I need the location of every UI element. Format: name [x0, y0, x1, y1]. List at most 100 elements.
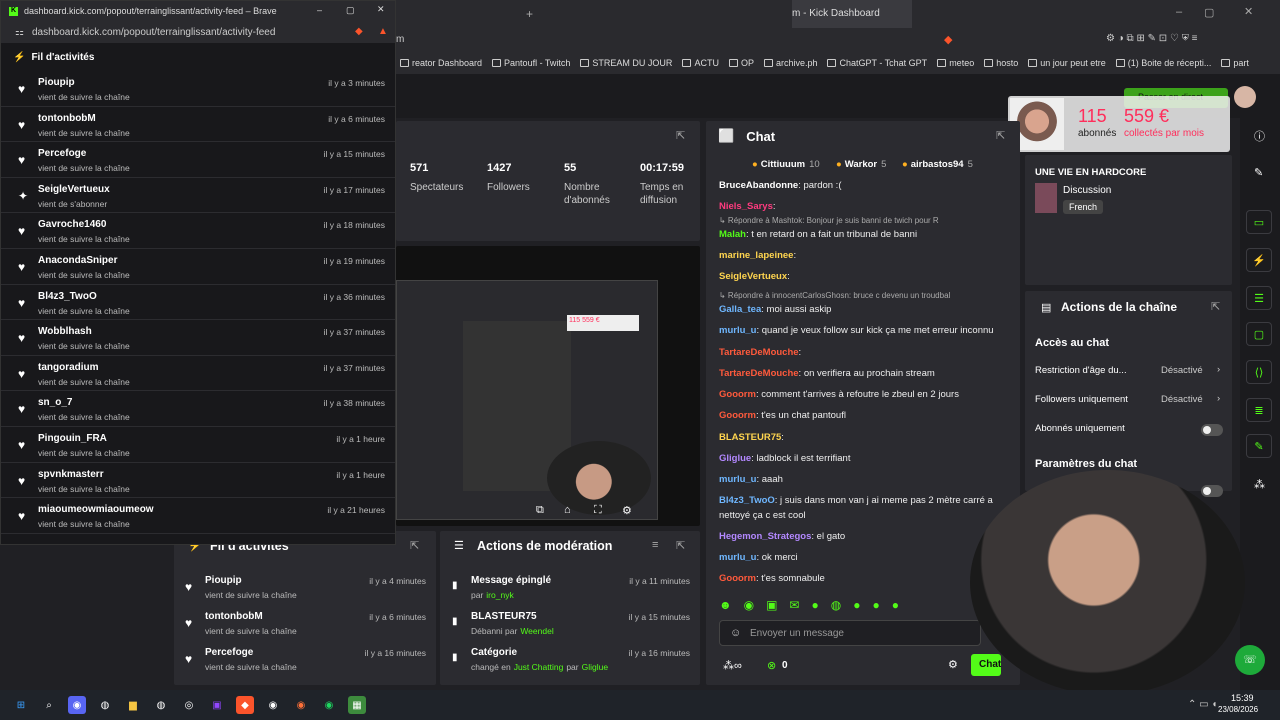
- popup-minimize-icon[interactable]: –: [317, 5, 322, 15]
- bookmark-item[interactable]: meteo: [937, 58, 974, 68]
- chat-username[interactable]: TartareDeMouche: [719, 368, 799, 379]
- chat-username[interactable]: TartareDeMouche: [719, 347, 799, 358]
- popout-icon[interactable]: ⇱: [676, 129, 685, 142]
- activity-feed-popout-icon[interactable]: ⇱: [410, 539, 419, 552]
- firefox-icon[interactable]: ◉: [292, 696, 310, 714]
- tray-icons[interactable]: ⌃ ▭ ◖: [1188, 699, 1217, 710]
- popup-shield-icon[interactable]: ◆: [355, 26, 363, 37]
- browser-urlbar[interactable]: m ◆ ⚙ ◑ ⧉ ⊞ ✎ ⊡ ♡ ⛨ ≡: [396, 28, 1280, 52]
- clip-icon[interactable]: ⌂: [564, 504, 571, 516]
- abonnes-toggle[interactable]: [1201, 424, 1223, 436]
- popup-rewards-icon[interactable]: ▲: [378, 26, 388, 37]
- chat-username[interactable]: Niels_Sarys: [719, 201, 773, 212]
- moderation-actor[interactable]: Just Chatting: [514, 662, 564, 672]
- chat-username[interactable]: marine_lapeinee: [719, 250, 793, 261]
- chat-username[interactable]: murlu_u: [719, 552, 756, 563]
- steam-icon[interactable]: ◍: [96, 696, 114, 714]
- activity-username[interactable]: spvnkmasterr: [38, 469, 385, 480]
- windows-start-icon[interactable]: ⊞: [12, 696, 30, 714]
- moderation-popout-icon[interactable]: ⇱: [676, 539, 685, 552]
- list-icon[interactable]: ☰: [1246, 286, 1272, 310]
- pip-icon[interactable]: ⧉: [536, 504, 544, 517]
- spotify-icon[interactable]: ◉: [320, 696, 338, 714]
- chat-access-heading: Accès au chat: [1035, 337, 1109, 349]
- chat-input[interactable]: ☺ Envoyer un message: [719, 620, 981, 646]
- file-explorer-icon[interactable]: ▆: [124, 696, 142, 714]
- video-icon[interactable]: ▭: [1246, 210, 1272, 234]
- bookmark-item[interactable]: OP: [728, 58, 754, 68]
- search-icon[interactable]: ⌕: [40, 696, 58, 714]
- settings-icon[interactable]: ⚙: [622, 504, 632, 517]
- close-window-icon[interactable]: ✕: [1244, 5, 1253, 18]
- bookmark-item[interactable]: (1) Boite de récepti...: [1115, 58, 1211, 68]
- moderation-actor2[interactable]: Gliglue: [582, 662, 608, 672]
- extensions-icon[interactable]: ⚙ ◑ ⧉ ⊞ ✎ ⊡ ♡ ⛨ ≡: [1106, 33, 1198, 44]
- activity-item: ♥ AnacondaSniper vient de suivre la chaîne…: [1, 249, 395, 285]
- bookmark-item[interactable]: un jour peut etre: [1028, 58, 1106, 68]
- channel-actions-popout-icon[interactable]: ⇱: [1211, 300, 1220, 313]
- wrench-icon[interactable]: ✎: [1246, 434, 1272, 458]
- chat-username[interactable]: BruceAbandonne: [719, 180, 798, 191]
- chat-access-row[interactable]: Abonnés uniquement: [1035, 423, 1225, 439]
- bookmark-item[interactable]: ACTU: [682, 58, 719, 68]
- maximize-window-icon[interactable]: ▢: [1204, 6, 1214, 19]
- chat-username[interactable]: Gooorm: [719, 410, 756, 421]
- chat-username[interactable]: Gooorm: [719, 389, 756, 400]
- chat-send-button[interactable]: Chat: [971, 654, 1001, 676]
- chat-username[interactable]: Gooorm: [719, 573, 756, 584]
- chat-username[interactable]: BLASTEUR75: [719, 432, 781, 443]
- moderation-actor[interactable]: Weendel: [520, 626, 553, 636]
- chat-username[interactable]: Gliglue: [719, 453, 751, 464]
- chat-username[interactable]: Malah: [719, 229, 746, 240]
- moderation-title: Actions de modération: [477, 539, 613, 553]
- server-icon[interactable]: ≣: [1246, 398, 1272, 422]
- steam-alt-icon[interactable]: ◍: [152, 696, 170, 714]
- brave-icon[interactable]: ◆: [236, 696, 254, 714]
- app-icon[interactable]: ▦: [348, 696, 366, 714]
- tab-kick-dashboard[interactable]: m - Kick Dashboard: [792, 0, 912, 28]
- popup-close-icon[interactable]: ✕: [377, 4, 385, 15]
- share-icon[interactable]: ⁂: [1254, 478, 1265, 491]
- obs-icon[interactable]: ◎: [180, 696, 198, 714]
- bookmark-item[interactable]: reator Dashboard: [400, 58, 482, 68]
- chat-username[interactable]: SeigleVertueux: [719, 271, 787, 282]
- fullscreen-icon[interactable]: ⛶: [594, 504, 602, 517]
- bookmark-item[interactable]: Pantoufl - Twitch: [492, 58, 570, 68]
- filter-icon[interactable]: ≡: [652, 539, 658, 551]
- bookmark-item[interactable]: archive.ph: [763, 58, 817, 68]
- chat-setting-toggle[interactable]: [1201, 485, 1223, 497]
- info-icon[interactable]: ⓘ: [1254, 128, 1265, 144]
- bookmark-item[interactable]: STREAM DU JOUR: [580, 58, 672, 68]
- users-icon[interactable]: ⁂∞: [723, 659, 742, 672]
- chrome-icon[interactable]: ◉: [264, 696, 282, 714]
- moderation-actor[interactable]: iro_nyk: [486, 590, 513, 600]
- chat-username[interactable]: Bl4z3_TwoO: [719, 495, 775, 506]
- site-info-icon[interactable]: ⚏: [15, 27, 24, 38]
- support-button[interactable]: ☏: [1235, 645, 1265, 675]
- bolt-icon[interactable]: ⚡: [1246, 248, 1272, 272]
- chat-username[interactable]: murlu_u: [719, 325, 756, 336]
- chat-popout-icon[interactable]: ⇱: [996, 129, 1005, 142]
- minimize-window-icon[interactable]: –: [1176, 6, 1182, 18]
- chat-access-row[interactable]: Restriction d'âge du... Désactivé ›: [1035, 364, 1225, 381]
- edit-icon[interactable]: ✎: [1254, 166, 1263, 179]
- chat-username[interactable]: murlu_u: [719, 474, 756, 485]
- bookmark-item[interactable]: hosto: [984, 58, 1018, 68]
- avatar[interactable]: [1234, 86, 1256, 108]
- new-tab-icon[interactable]: +: [526, 7, 533, 21]
- message-icon[interactable]: ▢: [1246, 322, 1272, 346]
- activity-username[interactable]: Pingouin_FRA: [38, 433, 385, 444]
- popup-maximize-icon[interactable]: ▢: [346, 5, 355, 16]
- bookmark-item[interactable]: ChatGPT - Tchat GPT: [827, 58, 927, 68]
- bookmark-item[interactable]: part: [1221, 58, 1249, 68]
- chat-username[interactable]: Hegemon_Strategos: [719, 531, 811, 542]
- discord-icon[interactable]: ◉: [68, 696, 86, 714]
- popup-urlbar[interactable]: ⚏ dashboard.kick.com/popout/terraingliss…: [1, 21, 395, 43]
- chat-access-row[interactable]: Followers uniquement Désactivé ›: [1035, 393, 1225, 410]
- code-icon[interactable]: ⟨⟩: [1246, 360, 1272, 384]
- emoji-icon[interactable]: ☺: [730, 627, 741, 639]
- twitch-icon[interactable]: ▣: [208, 696, 226, 714]
- chat-settings-icon[interactable]: ⚙: [948, 658, 958, 671]
- brave-shield-icon[interactable]: ◆: [944, 33, 952, 46]
- chat-username[interactable]: Galla_tea: [719, 304, 761, 315]
